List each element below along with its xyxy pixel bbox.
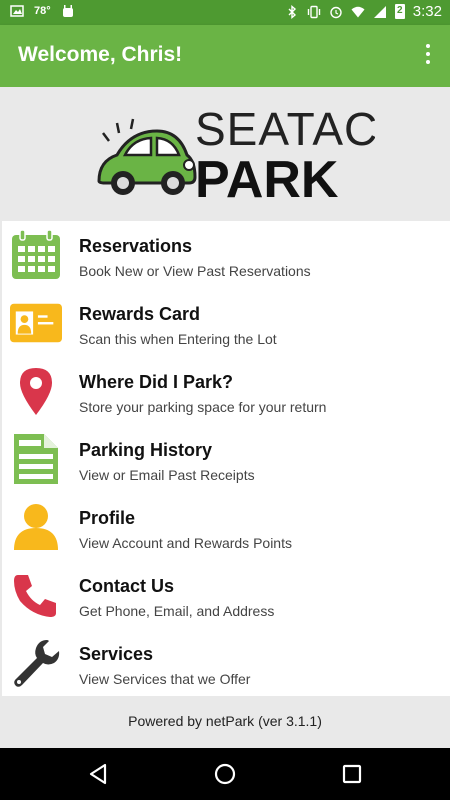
menu-item-profile[interactable]: Profile View Account and Rewards Points — [2, 493, 450, 561]
battery-icon: 2 — [394, 4, 405, 19]
alarm-icon — [330, 6, 342, 18]
person-icon — [10, 501, 62, 553]
bluetooth-icon — [288, 4, 296, 19]
image-notification-icon — [10, 5, 24, 17]
menu-item-contact-us[interactable]: Contact Us Get Phone, Email, and Address — [2, 561, 450, 629]
navigation-bar — [0, 748, 450, 800]
calendar-icon — [10, 229, 62, 281]
menu-item-reservations[interactable]: Reservations Book New or View Past Reser… — [2, 221, 450, 289]
back-icon[interactable] — [86, 762, 110, 786]
menu-item-title: Profile — [79, 508, 136, 528]
menu-item-title: Contact Us — [79, 576, 175, 596]
logo-area: SEATAC PARK — [0, 87, 450, 220]
menu-item-where-did-i-park[interactable]: Where Did I Park? Store your parking spa… — [2, 357, 450, 425]
wrench-icon — [10, 637, 62, 689]
menu-item-parking-history[interactable]: Parking History View or Email Past Recei… — [2, 425, 450, 493]
menu-item-title: Parking History — [79, 440, 213, 460]
seatac-park-logo: SEATAC PARK — [97, 103, 375, 203]
footer-text: Powered by netPark (ver 3.1.1) — [0, 696, 450, 748]
page-title: Welcome, Chris! — [18, 43, 183, 66]
menu-item-title: Rewards Card — [79, 304, 201, 324]
menu-item-subtitle: Book New or View Past Reservations — [79, 263, 311, 279]
temperature-text: 78° — [34, 5, 51, 17]
home-icon[interactable] — [213, 762, 237, 786]
id-card-icon — [10, 297, 62, 349]
overflow-menu-icon[interactable] — [424, 44, 432, 68]
menu-item-subtitle: View or Email Past Receipts — [79, 467, 255, 483]
logo-line2: PARK — [195, 151, 339, 203]
menu-item-subtitle: Scan this when Entering the Lot — [79, 331, 277, 347]
document-icon — [10, 433, 62, 485]
menu-item-title: Where Did I Park? — [79, 372, 234, 392]
menu-item-subtitle: View Services that we Offer — [79, 671, 251, 687]
map-pin-icon — [10, 365, 62, 417]
menu-item-rewards-card[interactable]: Rewards Card Scan this when Entering the… — [2, 289, 450, 357]
menu-item-services[interactable]: Services View Services that we Offer — [2, 629, 450, 697]
signal-icon — [373, 5, 386, 18]
menu-item-subtitle: Store your parking space for your return — [79, 399, 327, 415]
battery-level-text: 2 — [397, 5, 403, 16]
main-menu: Reservations Book New or View Past Reser… — [2, 221, 450, 696]
logo-line1: SEATAC — [195, 103, 375, 155]
menu-item-subtitle: View Account and Rewards Points — [79, 535, 292, 551]
status-bar: 78° 2 3:32 — [0, 0, 450, 25]
phone-icon — [10, 569, 62, 621]
menu-item-subtitle: Get Phone, Email, and Address — [79, 603, 275, 619]
vibrate-icon — [307, 5, 320, 18]
menu-item-title: Reservations — [79, 236, 193, 256]
menu-item-title: Services — [79, 644, 154, 664]
recents-icon[interactable] — [340, 762, 364, 786]
wifi-icon — [351, 6, 365, 17]
android-notification-icon — [62, 5, 73, 17]
app-bar: Welcome, Chris! — [0, 25, 450, 87]
clock-text: 3:32 — [412, 3, 442, 20]
